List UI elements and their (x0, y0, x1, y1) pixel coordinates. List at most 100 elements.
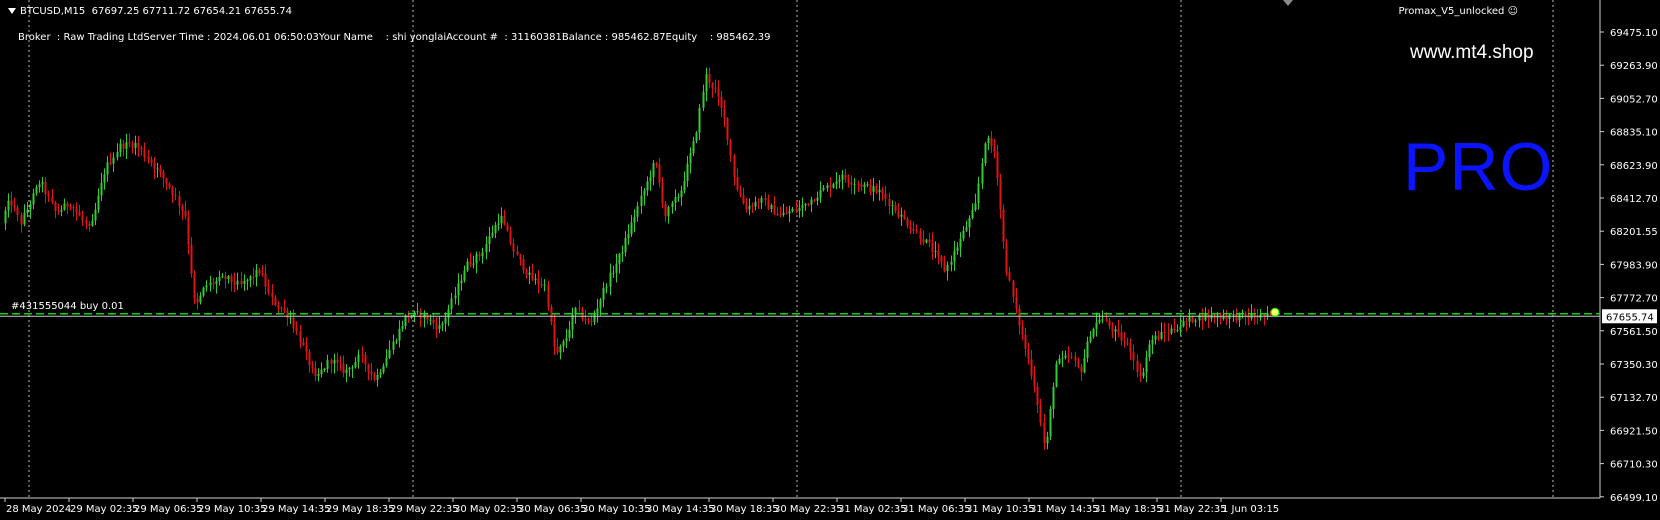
candle-bear (137, 142, 140, 148)
candle-bear (122, 143, 125, 149)
candle-bull (345, 369, 348, 373)
candle-bear (1030, 359, 1033, 376)
candle-bull (1145, 357, 1148, 373)
price-tick-label: 67772.70 (1610, 294, 1658, 305)
price-tick-label: 66710.30 (1610, 460, 1658, 471)
price-tick-label: 67350.30 (1610, 360, 1658, 371)
candle-bull (91, 220, 94, 226)
candle-bull (798, 207, 801, 211)
candle-bull (475, 254, 478, 264)
candle-bear (168, 183, 171, 188)
candle-bull (246, 280, 249, 282)
price-tick-label: 68835.10 (1610, 128, 1658, 139)
candle-bull (323, 368, 326, 370)
candle-bear (940, 256, 943, 263)
price-tick-label: 66921.50 (1610, 426, 1658, 437)
candle-bull (289, 317, 292, 319)
candle-bear (153, 162, 156, 169)
candle-bull (441, 323, 444, 326)
candle-bear (1043, 422, 1046, 444)
candle-bear (847, 179, 850, 183)
candle-bull (959, 238, 962, 248)
candle-bear (81, 215, 84, 221)
candle-bull (26, 209, 29, 213)
candle-bear (66, 203, 69, 207)
candle-bull (1089, 336, 1092, 342)
candle-bull (878, 189, 881, 193)
candle-bull (826, 185, 829, 189)
candle-bear (190, 244, 193, 274)
candle-bear (308, 351, 311, 366)
candle-bear (240, 280, 243, 285)
candle-bull (392, 341, 395, 350)
candle-bear (261, 273, 264, 275)
candle-bear (330, 360, 333, 364)
time-tick-label: 31 May 14:35 (1030, 504, 1099, 515)
candle-bear (739, 189, 742, 196)
candle-bull (810, 199, 813, 205)
candle-bull (348, 367, 351, 370)
candle-bull (956, 247, 959, 251)
candle-bull (1064, 355, 1067, 358)
candle-bull (1188, 316, 1191, 322)
candle-bear (857, 184, 860, 186)
candle-bull (788, 211, 791, 214)
candle-bear (1256, 317, 1259, 319)
candle-bull (100, 182, 103, 196)
candle-bear (364, 354, 367, 365)
candle-bull (354, 361, 357, 368)
candle-bull (97, 195, 100, 210)
candle-bull (249, 276, 252, 281)
candle-bull (1194, 320, 1197, 322)
time-tick-label: 29 May 22:35 (390, 504, 459, 515)
candle-bear (85, 220, 88, 224)
candle-bear (69, 206, 72, 208)
candle-bull (60, 209, 63, 212)
candle-bear (550, 307, 553, 323)
price-chart[interactable]: 69475.10 69263.90 69052.70 68835.10 68623.90… (0, 0, 1660, 520)
expert-advisor-label[interactable]: Promax_V5_unlocked ☺ (1399, 6, 1518, 17)
candle-bear (1021, 325, 1024, 335)
candle-bull (568, 329, 571, 338)
candle-bear (305, 345, 308, 352)
candle-bear (1036, 386, 1039, 405)
candle-bull (528, 272, 531, 275)
candle-bear (13, 205, 16, 208)
candle-bear (733, 155, 736, 178)
candle-bear (280, 307, 283, 309)
candle-bear (736, 177, 739, 190)
candle-bull (398, 328, 401, 341)
candle-bear (993, 146, 996, 152)
candle-bear (990, 138, 993, 147)
candle-bull (599, 299, 602, 309)
candle-bear (1117, 329, 1120, 333)
candle-bull (791, 208, 794, 212)
candle-bull (686, 163, 689, 181)
chart-header[interactable]: BTCUSD,M15 67697.25 67711.72 67654.21 67… (8, 6, 292, 17)
candle-bull (671, 202, 674, 207)
candle-bear (178, 196, 181, 206)
candle-bull (565, 337, 568, 342)
candle-bear (1235, 314, 1238, 321)
dropdown-triangle-icon[interactable] (8, 8, 16, 14)
candle-bull (472, 263, 475, 265)
candles-group (4, 67, 1272, 450)
candle-bull (357, 354, 360, 362)
price-tick-label: 69052.70 (1610, 94, 1658, 105)
candle-bear (773, 205, 776, 215)
candle-bull (388, 349, 391, 358)
candle-bear (578, 307, 581, 310)
candle-bull (454, 295, 457, 299)
candle-bear (143, 149, 146, 157)
candle-bull (1086, 341, 1089, 358)
candle-bear (1039, 404, 1042, 423)
candle-bear (292, 317, 295, 328)
time-tick-label: 30 May 10:35 (582, 504, 651, 515)
candle-bear (795, 208, 798, 211)
candle-bear (72, 207, 75, 209)
candle-bear (1157, 335, 1160, 339)
candle-bear (1002, 209, 1005, 242)
time-tick-label: 31 May 22:35 (1158, 504, 1227, 515)
candle-bull (692, 141, 695, 154)
candle-bear (906, 218, 909, 227)
